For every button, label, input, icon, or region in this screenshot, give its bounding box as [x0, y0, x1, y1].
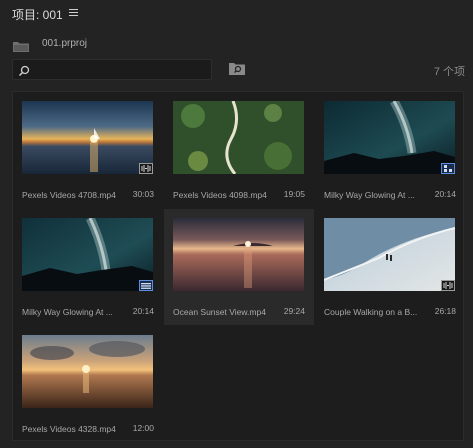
- media-name: Ocean Sunset View.mp4: [173, 307, 266, 317]
- panel-menu-icon[interactable]: [69, 9, 78, 17]
- audio-video-badge-icon: [441, 280, 455, 291]
- audio-video-badge-icon: [139, 163, 153, 174]
- video-thumbnail[interactable]: [22, 218, 153, 291]
- media-name: Pexels Videos 4708.mp4: [22, 190, 116, 200]
- media-name: Milky Way Glowing At ...: [22, 307, 113, 317]
- video-thumbnail[interactable]: [324, 218, 455, 291]
- video-thumbnail[interactable]: [173, 101, 304, 174]
- new-search-bin-icon[interactable]: [229, 62, 245, 75]
- sequence-badge-icon: [139, 280, 153, 291]
- media-tile[interactable]: Milky Way Glowing At ... 20:14: [315, 92, 465, 208]
- item-count: 7 个项: [433, 66, 465, 78]
- bin-breadcrumb: 001.prproj: [0, 32, 473, 54]
- search-input[interactable]: [35, 62, 205, 77]
- media-duration: 26:18: [434, 306, 456, 316]
- panel-title[interactable]: 项目: 001: [12, 6, 63, 23]
- project-file-name: 001.prproj: [42, 38, 88, 49]
- media-tile[interactable]: Pexels Videos 4708.mp4 30:03: [13, 92, 163, 208]
- media-tile[interactable]: Pexels Videos 4098.mp4 19:05: [164, 92, 314, 208]
- search-box[interactable]: [12, 59, 212, 80]
- video-thumbnail[interactable]: [22, 335, 153, 408]
- media-duration: 29:24: [283, 306, 305, 316]
- media-duration: 30:03: [132, 189, 154, 199]
- media-name: Milky Way Glowing At ...: [324, 190, 415, 200]
- media-tile[interactable]: Milky Way Glowing At ... 20:14: [13, 209, 163, 325]
- video-thumbnail[interactable]: [22, 101, 153, 174]
- video-thumbnail[interactable]: [173, 218, 304, 291]
- folder-icon: [13, 39, 29, 52]
- search-icon: [18, 64, 30, 77]
- media-duration: 20:14: [132, 306, 154, 316]
- media-name: Pexels Videos 4098.mp4: [173, 190, 267, 200]
- media-duration: 19:05: [283, 189, 305, 199]
- media-duration: 12:00: [132, 423, 154, 433]
- media-tile[interactable]: Couple Walking on a B... 26:18: [315, 209, 465, 325]
- media-tile[interactable]: Ocean Sunset View.mp4 29:24: [164, 209, 314, 325]
- media-name: Pexels Videos 4328.mp4: [22, 424, 116, 434]
- media-grid: Pexels Videos 4708.mp4 30:03 Pexels Vide…: [12, 91, 464, 441]
- project-panel-header: 项目: 001: [0, 0, 473, 27]
- media-tile[interactable]: Pexels Videos 4328.mp4 12:00: [13, 326, 163, 442]
- sequence-badge-icon: [441, 163, 455, 174]
- media-name: Couple Walking on a B...: [324, 307, 418, 317]
- video-thumbnail[interactable]: [324, 101, 455, 174]
- media-duration: 20:14: [434, 189, 456, 199]
